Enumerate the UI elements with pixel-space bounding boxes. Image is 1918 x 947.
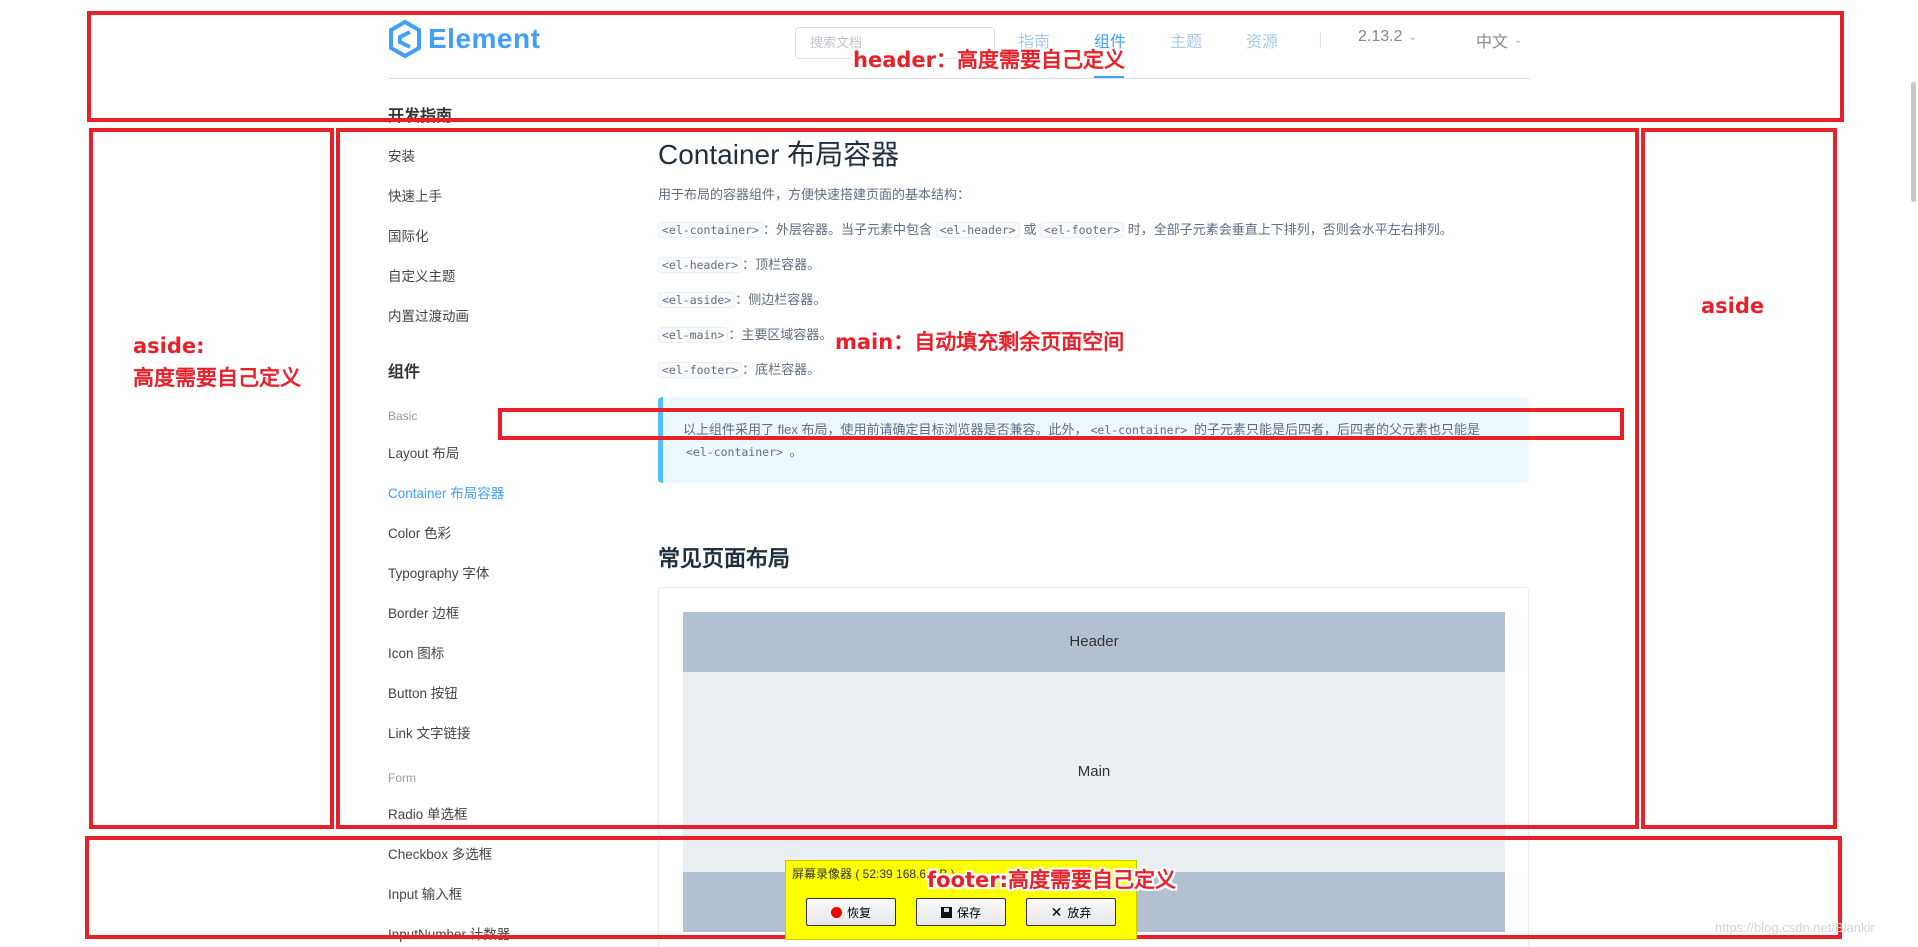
annotation-highlight-box [498, 408, 1624, 440]
discard-button[interactable]: ✕ 放弃 [1026, 898, 1116, 926]
annotation-aside-left-label-2: 高度需要自己定义 [133, 366, 301, 390]
save-button[interactable]: 保存 [916, 898, 1006, 926]
watermark-text: https://blog.csdn.net/Blankir [1715, 920, 1875, 935]
annotation-aside-right-box [1641, 128, 1837, 829]
annotation-aside-right-label: aside [1701, 294, 1765, 318]
annotation-footer-label: footer:高度需要自己定义 [927, 868, 1177, 892]
annotation-aside-left-box [89, 128, 334, 829]
resume-button[interactable]: 恢复 [806, 898, 896, 926]
save-icon [940, 906, 952, 918]
annotation-aside-left-label-1: aside: [133, 334, 205, 358]
scrollbar-thumb[interactable] [1911, 82, 1916, 202]
annotation-main-label: main：自动填充剩余页面空间 [835, 330, 1125, 354]
annotation-main-box [336, 128, 1639, 829]
annotation-header-label: header：高度需要自己定义 [853, 48, 1125, 72]
record-icon [830, 906, 842, 918]
close-icon: ✕ [1050, 903, 1063, 920]
